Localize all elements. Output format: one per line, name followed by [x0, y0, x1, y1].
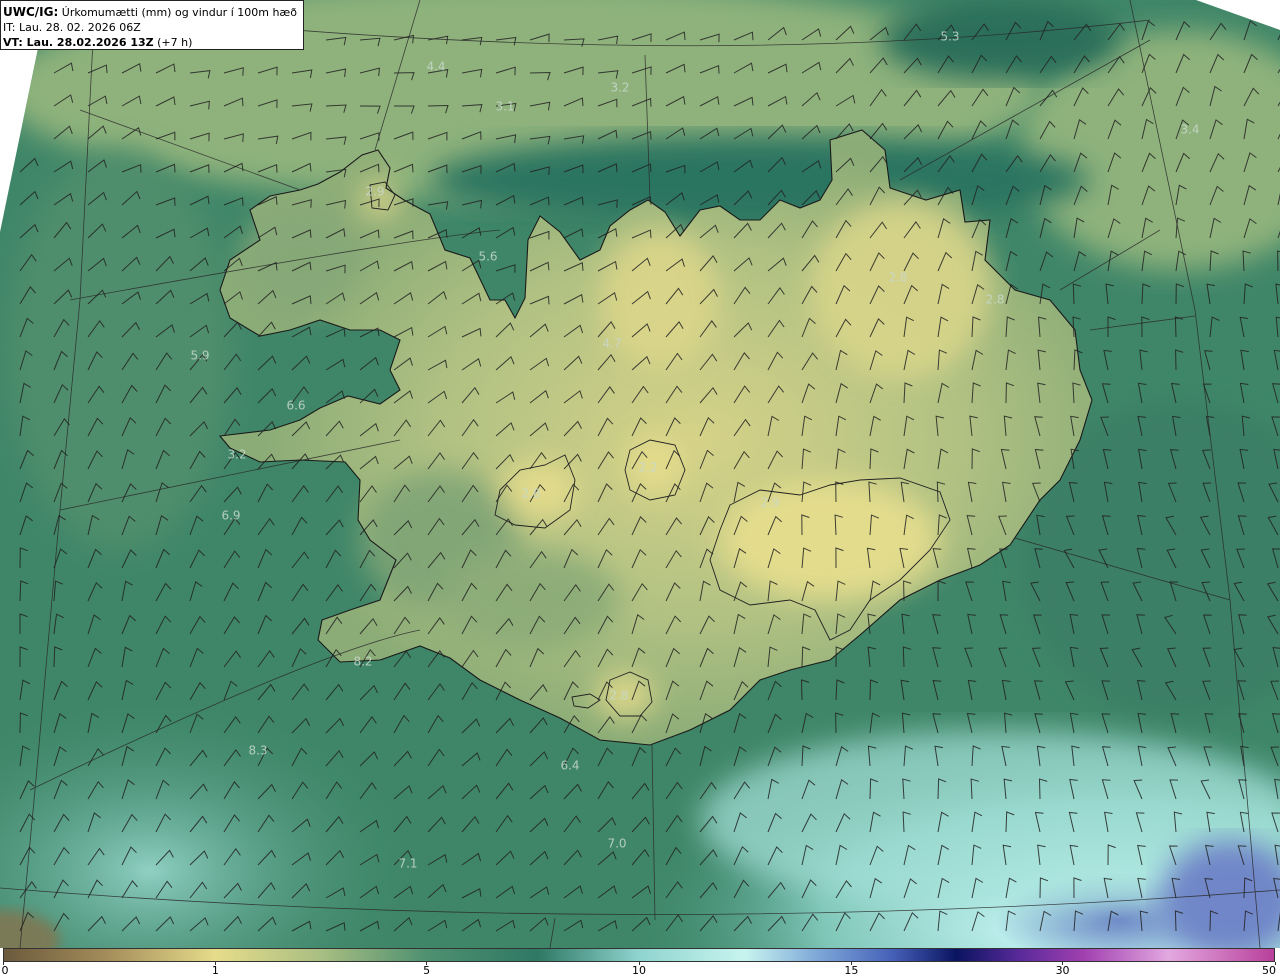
colorbar-label: 0: [1, 964, 9, 977]
colorbar-label: 5: [423, 964, 431, 977]
product-name: Úrkomumætti (mm) og vindur í 100m hæð: [61, 6, 297, 19]
value-label: 6.9: [221, 509, 240, 523]
value-label: 3.2: [227, 448, 246, 462]
value-label: 7.1: [398, 857, 417, 871]
value-label: 2.8: [985, 293, 1004, 307]
value-label: 3.1: [495, 100, 514, 114]
colorbar-label: 30: [1055, 964, 1070, 977]
lead-time: (+7 h): [157, 36, 193, 49]
value-label: 2.8: [888, 271, 907, 285]
value-label: 8.3: [248, 744, 267, 758]
value-label: 2.9: [365, 185, 384, 199]
map-figure: 5.3 4.4 3.2 3.1 3.4 2.9 5.6 5.9 4.7 2.8 2.8 6.6 3.2 2…: [0, 0, 1280, 978]
value-label: 2.8: [521, 487, 540, 501]
value-label: 7.0: [607, 837, 626, 851]
value-label: 5.3: [940, 30, 959, 44]
title-box: UWC/IG: Úrkomumætti (mm) og vindur í 100…: [0, 0, 304, 50]
valid-time: VT: Lau. 28.02.2026 13Z: [3, 36, 154, 49]
colorbar: 0 1 5 10 15 30 50: [0, 948, 1280, 978]
value-label: 3.4: [1180, 123, 1199, 137]
value-label: 2.2: [638, 461, 657, 475]
value-label: 5.9: [190, 349, 209, 363]
colorbar-label: 15: [844, 964, 859, 977]
init-time: IT: Lau. 28. 02. 2026 06Z: [3, 21, 141, 34]
value-label: 8.2: [353, 655, 372, 669]
value-label: 6.4: [560, 759, 579, 773]
model-name: UWC/IG:: [3, 5, 59, 19]
value-label: 5.6: [478, 250, 497, 264]
colorbar-label: 1: [211, 964, 219, 977]
value-label: 2.9: [760, 496, 779, 510]
value-label: 4.4: [426, 60, 445, 74]
value-label: 6.6: [286, 399, 305, 413]
colorbar-label: 10: [632, 964, 646, 977]
value-label: 2.8: [609, 689, 628, 703]
title-line: UWC/IG: Úrkomumætti (mm) og vindur í 100…: [3, 5, 303, 20]
colorbar-label: 50: [1262, 964, 1276, 977]
colorbar-strip: [3, 948, 1275, 962]
value-label: 3.2: [610, 81, 629, 95]
valid-time-line: VT: Lau. 28.02.2026 13Z (+7 h): [3, 35, 303, 50]
forecast-map: 5.3 4.4 3.2 3.1 3.4 2.9 5.6 5.9 4.7 2.8 2.8 6.6 3.2 2…: [0, 0, 1280, 948]
value-label: 4.7: [602, 337, 621, 351]
